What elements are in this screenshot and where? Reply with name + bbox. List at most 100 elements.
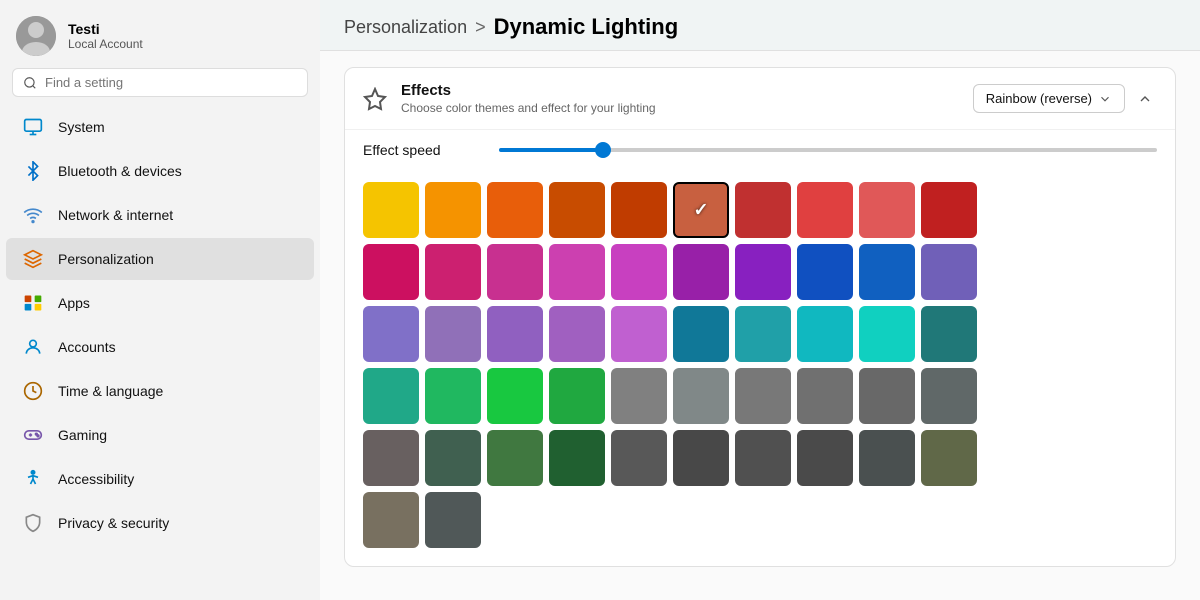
color-swatch[interactable]	[487, 244, 543, 300]
sidebar-item-label: Time & language	[58, 383, 163, 399]
network-icon	[22, 204, 44, 226]
color-swatch[interactable]	[921, 182, 977, 238]
color-swatch[interactable]	[921, 368, 977, 424]
paint-icon	[22, 248, 44, 270]
color-swatch[interactable]	[487, 430, 543, 486]
effects-title-group: Effects Choose color themes and effect f…	[401, 82, 959, 115]
collapse-button[interactable]	[1133, 87, 1157, 111]
color-swatch[interactable]	[921, 244, 977, 300]
user-info: Testi Local Account	[68, 21, 143, 51]
color-swatch[interactable]	[735, 368, 791, 424]
bluetooth-icon	[22, 160, 44, 182]
sidebar-item-privacy[interactable]: Privacy & security	[6, 502, 314, 544]
monitor-icon	[22, 116, 44, 138]
color-swatch[interactable]	[549, 430, 605, 486]
effects-icon	[363, 87, 387, 111]
sidebar-item-network[interactable]: Network & internet	[6, 194, 314, 236]
sidebar-item-label: Privacy & security	[58, 515, 169, 531]
color-swatch[interactable]	[859, 306, 915, 362]
sidebar-item-label: Apps	[58, 295, 90, 311]
breadcrumb-separator: >	[475, 17, 486, 38]
color-swatch[interactable]	[611, 182, 667, 238]
search-box[interactable]	[12, 68, 308, 97]
color-swatch[interactable]	[859, 430, 915, 486]
color-swatch[interactable]	[611, 306, 667, 362]
sidebar-item-label: Accounts	[58, 339, 116, 355]
color-swatch[interactable]	[425, 492, 481, 548]
search-input[interactable]	[45, 75, 297, 90]
color-swatch[interactable]	[859, 182, 915, 238]
color-swatch[interactable]	[425, 182, 481, 238]
breadcrumb-parent: Personalization	[344, 17, 467, 38]
sidebar: Testi Local Account System Blu	[0, 0, 320, 600]
slider-container	[499, 148, 1157, 152]
sidebar-item-label: Bluetooth & devices	[58, 163, 182, 179]
color-swatch[interactable]	[611, 244, 667, 300]
color-swatch[interactable]	[797, 244, 853, 300]
color-swatch[interactable]	[921, 306, 977, 362]
color-swatch[interactable]	[363, 244, 419, 300]
color-swatch[interactable]	[549, 182, 605, 238]
effect-speed-label: Effect speed	[363, 142, 483, 158]
color-swatch[interactable]	[735, 182, 791, 238]
color-swatch[interactable]	[797, 306, 853, 362]
color-swatch[interactable]	[363, 368, 419, 424]
color-swatch[interactable]	[549, 306, 605, 362]
account-icon	[22, 336, 44, 358]
time-icon	[22, 380, 44, 402]
effect-speed-row: Effect speed	[345, 130, 1175, 174]
color-swatch[interactable]	[425, 368, 481, 424]
color-swatch[interactable]	[363, 492, 419, 548]
color-swatch[interactable]	[487, 368, 543, 424]
search-icon	[23, 76, 37, 90]
user-account-type: Local Account	[68, 37, 143, 51]
color-swatch[interactable]	[673, 430, 729, 486]
color-swatch[interactable]	[921, 430, 977, 486]
color-swatch[interactable]	[363, 306, 419, 362]
color-swatch[interactable]	[735, 306, 791, 362]
user-name: Testi	[68, 21, 143, 37]
color-swatch[interactable]	[611, 368, 667, 424]
color-swatch[interactable]	[487, 182, 543, 238]
sidebar-item-accounts[interactable]: Accounts	[6, 326, 314, 368]
chevron-down-icon	[1098, 92, 1112, 106]
effects-dropdown[interactable]: Rainbow (reverse)	[973, 84, 1125, 113]
color-swatch[interactable]	[487, 306, 543, 362]
color-swatch[interactable]	[611, 430, 667, 486]
effects-header: Effects Choose color themes and effect f…	[345, 68, 1175, 130]
main-content: Personalization > Dynamic Lighting Effec…	[320, 0, 1200, 600]
effects-card: Effects Choose color themes and effect f…	[344, 67, 1176, 567]
color-swatch[interactable]	[673, 306, 729, 362]
color-swatch[interactable]	[549, 368, 605, 424]
color-swatch[interactable]	[673, 244, 729, 300]
sidebar-item-accessibility[interactable]: Accessibility	[6, 458, 314, 500]
color-swatch[interactable]	[859, 244, 915, 300]
color-swatch[interactable]	[363, 182, 419, 238]
effect-speed-slider[interactable]	[499, 148, 1157, 152]
color-swatch[interactable]	[797, 182, 853, 238]
sidebar-item-gaming[interactable]: Gaming	[6, 414, 314, 456]
sidebar-item-label: Personalization	[58, 251, 154, 267]
color-swatch[interactable]	[797, 368, 853, 424]
sidebar-item-bluetooth[interactable]: Bluetooth & devices	[6, 150, 314, 192]
effects-subtitle: Choose color themes and effect for your …	[401, 101, 959, 115]
color-swatch[interactable]	[425, 430, 481, 486]
effects-title: Effects	[401, 82, 959, 99]
color-swatch[interactable]	[673, 368, 729, 424]
color-swatch[interactable]	[363, 430, 419, 486]
sidebar-item-system[interactable]: System	[6, 106, 314, 148]
color-swatch[interactable]	[425, 306, 481, 362]
sidebar-item-personalization[interactable]: Personalization	[6, 238, 314, 280]
color-swatch[interactable]	[735, 244, 791, 300]
effects-dropdown-value: Rainbow (reverse)	[986, 91, 1092, 106]
color-swatch[interactable]	[859, 368, 915, 424]
nav-list: System Bluetooth & devices Network & int…	[0, 105, 320, 545]
sidebar-item-time[interactable]: Time & language	[6, 370, 314, 412]
sidebar-item-apps[interactable]: Apps	[6, 282, 314, 324]
color-swatch[interactable]	[673, 182, 729, 238]
shield-icon	[22, 512, 44, 534]
color-swatch[interactable]	[797, 430, 853, 486]
color-swatch[interactable]	[735, 430, 791, 486]
color-swatch[interactable]	[549, 244, 605, 300]
color-swatch[interactable]	[425, 244, 481, 300]
